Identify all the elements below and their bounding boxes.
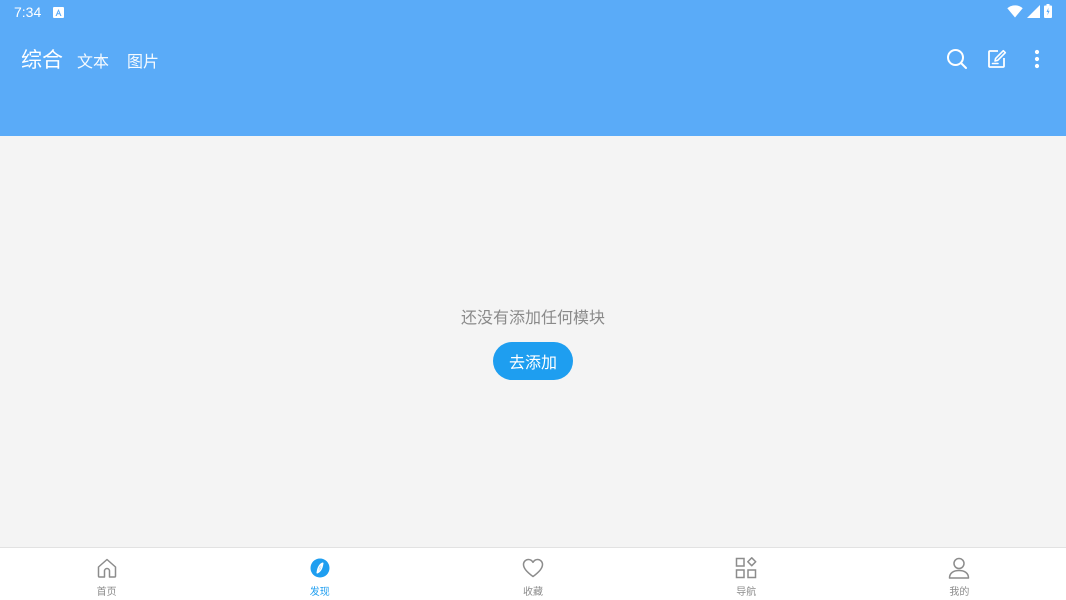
nav-item-home[interactable]: 首页	[0, 548, 213, 600]
tab-images[interactable]: 图片	[127, 48, 159, 72]
grid-icon	[734, 556, 758, 580]
signal-icon	[1027, 3, 1040, 22]
nav-label-favorites: 收藏	[523, 587, 543, 598]
battery-icon	[1044, 3, 1052, 22]
status-bar: 7:34	[0, 0, 1066, 24]
edit-button[interactable]	[986, 46, 1008, 72]
edit-icon	[988, 49, 1007, 68]
android-a-icon	[53, 6, 65, 18]
nav-item-favorites[interactable]: 收藏	[426, 548, 639, 600]
status-left: 7:34	[14, 4, 65, 20]
nav-item-navigation[interactable]: 导航	[640, 548, 853, 600]
app-bar: 综合 文本 图片	[0, 24, 1066, 136]
main-content: 还没有添加任何模块 去添加	[0, 136, 1066, 547]
nav-label-discover: 发现	[309, 587, 330, 598]
app-tabs: 综合 文本 图片	[21, 44, 177, 74]
tab-text[interactable]: 文本	[77, 48, 109, 72]
more-button[interactable]	[1026, 46, 1048, 72]
empty-state-message: 还没有添加任何模块	[460, 308, 605, 327]
bottom-nav: 首页 发现 收藏 导航 我的	[0, 547, 1066, 600]
nav-label-profile: 我的	[949, 587, 970, 598]
nav-item-discover[interactable]: 发现	[213, 548, 426, 600]
nav-label-navigation: 导航	[736, 587, 757, 598]
person-icon	[947, 556, 971, 580]
home-icon	[95, 556, 119, 580]
screen: 7:34 综合 文本 图片 还没有添加任何模块 去添加 首页 发现 收藏 导航 …	[0, 0, 1066, 600]
nav-label-home: 首页	[96, 587, 117, 598]
search-icon	[947, 49, 967, 69]
status-right	[1007, 3, 1052, 22]
add-module-button[interactable]: 去添加	[493, 342, 573, 380]
search-button[interactable]	[946, 46, 968, 72]
nav-item-profile[interactable]: 我的	[853, 548, 1066, 600]
wifi-icon	[1007, 3, 1023, 22]
tab-comprehensive[interactable]: 综合	[21, 44, 63, 74]
heart-icon	[521, 556, 545, 580]
compass-icon	[308, 556, 332, 580]
app-actions	[946, 46, 1048, 72]
status-time: 7:34	[14, 4, 42, 20]
more-vert-icon	[1034, 49, 1040, 69]
